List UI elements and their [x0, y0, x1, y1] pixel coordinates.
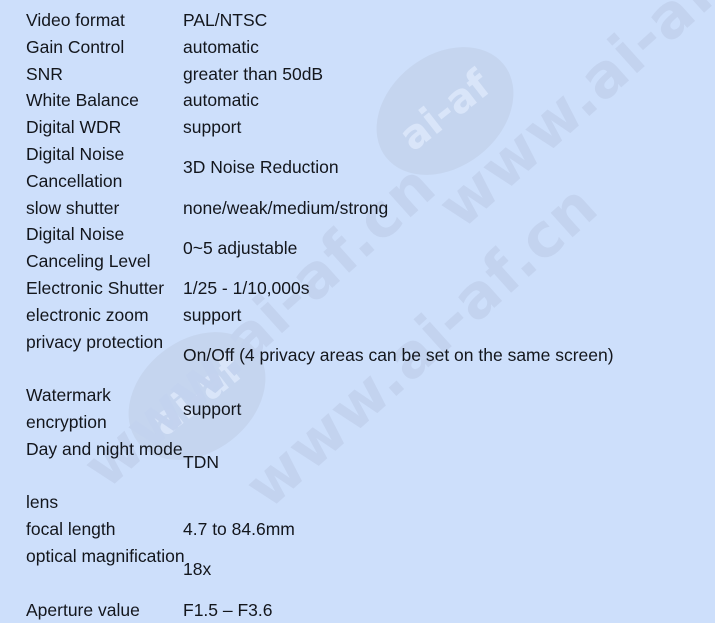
spec-label: Watermark encryption — [26, 385, 111, 432]
spec-row: White Balance automatic — [0, 87, 715, 114]
spec-row: Video format PAL/NTSC — [0, 7, 715, 34]
spec-value: none/weak/medium/strong — [183, 197, 389, 218]
spec-row: electronic zoom support — [0, 302, 715, 329]
spec-row: focal length 4.7 to 84.6mm — [0, 516, 715, 543]
spec-value: automatic — [183, 90, 259, 111]
spec-row: Digital Noise Canceling Level 0~5 adjusta… — [0, 221, 715, 275]
spec-label: Gain Control — [26, 36, 125, 57]
spec-label: Video format — [26, 10, 125, 30]
spec-label: electronic zoom — [26, 304, 149, 325]
spec-value: support — [183, 304, 242, 325]
spec-row: privacy protection On/Off (4 privacy area… — [0, 329, 715, 383]
spec-label: Day and night mode — [26, 438, 183, 459]
spec-row: Day and night mode TDN — [0, 436, 715, 490]
specification-table: Video format PAL/NTSC Gain Control automati… — [0, 0, 715, 622]
spec-label: Aperture value — [26, 599, 140, 620]
spec-row: Aperture value F1.5 – F3.6 — [0, 597, 715, 623]
spec-label: privacy protection — [26, 331, 164, 352]
spec-label: optical magnification — [26, 546, 185, 566]
spec-label: lens — [26, 492, 59, 513]
spec-row: optical magnification 18x — [0, 543, 715, 597]
spec-label: SNR — [26, 63, 63, 84]
spec-label: Digital Noise Cancellation — [26, 144, 125, 191]
spec-value: 0~5 adjustable — [183, 237, 298, 258]
spec-row: lens — [0, 489, 715, 516]
spec-value: greater than 50dB — [183, 63, 324, 84]
spec-row: Digital WDR support — [0, 114, 715, 141]
spec-value: F1.5 – F3.6 — [183, 599, 273, 620]
spec-row: SNR greater than 50dB — [0, 61, 715, 88]
spec-value: TDN — [183, 452, 219, 473]
spec-row: Digital Noise Cancellation 3D Noise Reduc… — [0, 141, 715, 195]
spec-value: automatic — [183, 36, 259, 57]
spec-value: support — [183, 398, 242, 419]
spec-value: PAL/NTSC — [183, 10, 268, 30]
spec-value: 4.7 to 84.6mm — [183, 519, 295, 540]
spec-value: 3D Noise Reduction — [183, 157, 339, 178]
spec-value: On/Off (4 privacy areas can be set on th… — [183, 344, 614, 365]
spec-row: slow shutter none/weak/medium/strong — [0, 195, 715, 222]
spec-label: Electronic Shutter — [26, 278, 165, 298]
spec-label: White Balance — [26, 90, 139, 111]
spec-label: focal length — [26, 519, 116, 540]
spec-row: Electronic Shutter 1/25 - 1/10,000s — [0, 275, 715, 302]
spec-row: Gain Control automatic — [0, 34, 715, 61]
spec-value: 18x — [183, 559, 212, 580]
spec-label: Digital WDR — [26, 117, 122, 138]
spec-label: Digital Noise Canceling Level — [26, 224, 151, 272]
spec-row: Watermark encryption support — [0, 382, 715, 436]
spec-value: 1/25 - 1/10,000s — [183, 278, 310, 298]
spec-value: support — [183, 117, 242, 138]
spec-label: slow shutter — [26, 197, 120, 218]
